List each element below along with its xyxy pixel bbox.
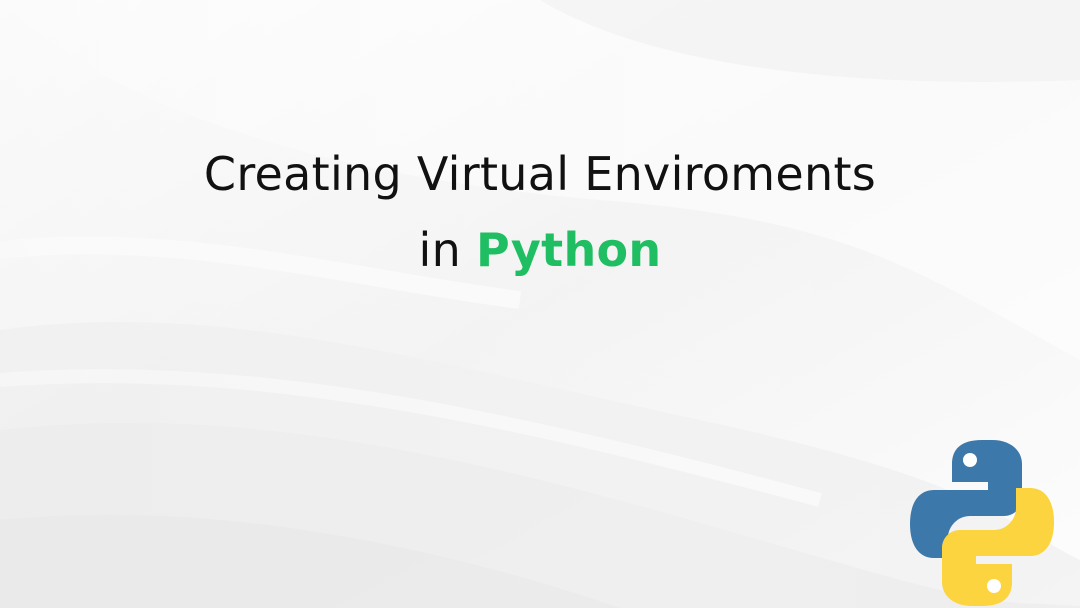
title-line-2: in Python <box>0 212 1080 288</box>
title-line-2-prefix: in <box>418 223 462 277</box>
page-title: Creating Virtual Enviroments in Python <box>0 136 1080 288</box>
title-line-1: Creating Virtual Enviroments <box>203 147 877 201</box>
title-accent-python: Python <box>476 223 662 277</box>
python-logo-icon <box>908 438 1056 608</box>
